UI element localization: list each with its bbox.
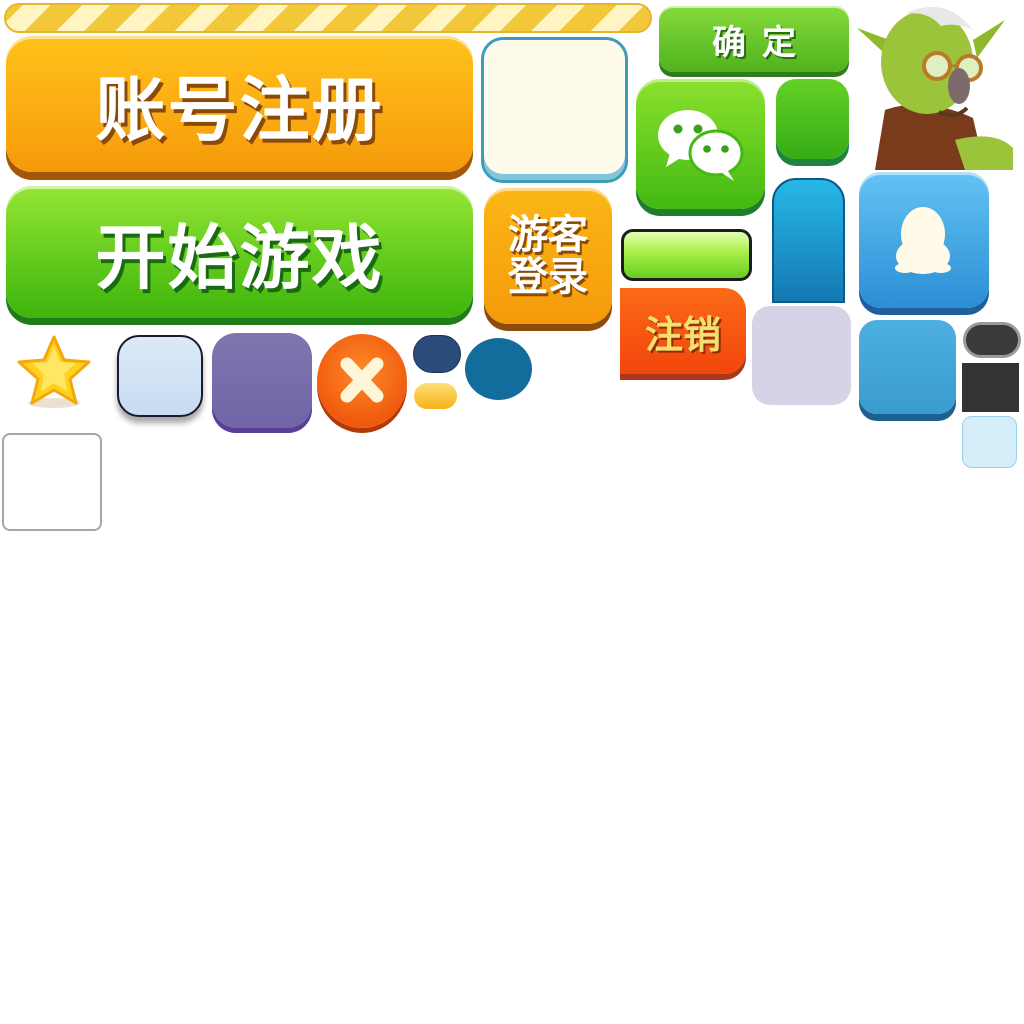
progress-fill xyxy=(6,5,650,31)
navy-pill xyxy=(413,335,461,373)
logout-button[interactable]: 注销 xyxy=(620,288,746,374)
dark-pill xyxy=(963,322,1021,358)
wechat-login-button[interactable] xyxy=(636,79,765,209)
green-slim-bar xyxy=(621,229,752,281)
register-label: 账号注册 xyxy=(95,68,384,151)
guest-login-label-line2: 登录 xyxy=(508,254,588,300)
guest-login-label-line1: 游客 xyxy=(508,212,588,258)
cream-panel xyxy=(481,37,628,183)
goblin-character xyxy=(857,6,1013,170)
logout-label: 注销 xyxy=(644,312,721,357)
lavender-tile xyxy=(752,306,851,405)
small-green-button[interactable] xyxy=(776,79,849,159)
dark-square xyxy=(962,363,1019,412)
teal-circle xyxy=(465,338,532,400)
yellow-pill xyxy=(414,383,457,409)
guest-login-button[interactable]: 游客 登录 xyxy=(484,188,612,324)
qq-icon xyxy=(895,207,951,274)
blue-tab[interactable] xyxy=(772,178,845,303)
light-blue-button[interactable] xyxy=(117,335,203,417)
register-button[interactable]: 账号注册 xyxy=(6,36,473,172)
close-button[interactable] xyxy=(317,334,407,428)
confirm-label: 确定 xyxy=(712,22,812,63)
blue-square-button[interactable] xyxy=(859,320,956,414)
wechat-icon xyxy=(658,110,744,181)
confirm-button[interactable]: 确定 xyxy=(659,6,849,72)
purple-button[interactable] xyxy=(212,333,312,433)
progress-bar xyxy=(4,3,652,33)
qq-login-button[interactable] xyxy=(859,172,989,308)
close-icon xyxy=(340,357,384,403)
white-frame xyxy=(2,433,102,531)
start-game-button[interactable]: 开始游戏 xyxy=(6,186,473,318)
light-blue-tile xyxy=(962,416,1017,468)
start-game-label: 开始游戏 xyxy=(95,216,384,299)
star-icon xyxy=(17,335,91,408)
